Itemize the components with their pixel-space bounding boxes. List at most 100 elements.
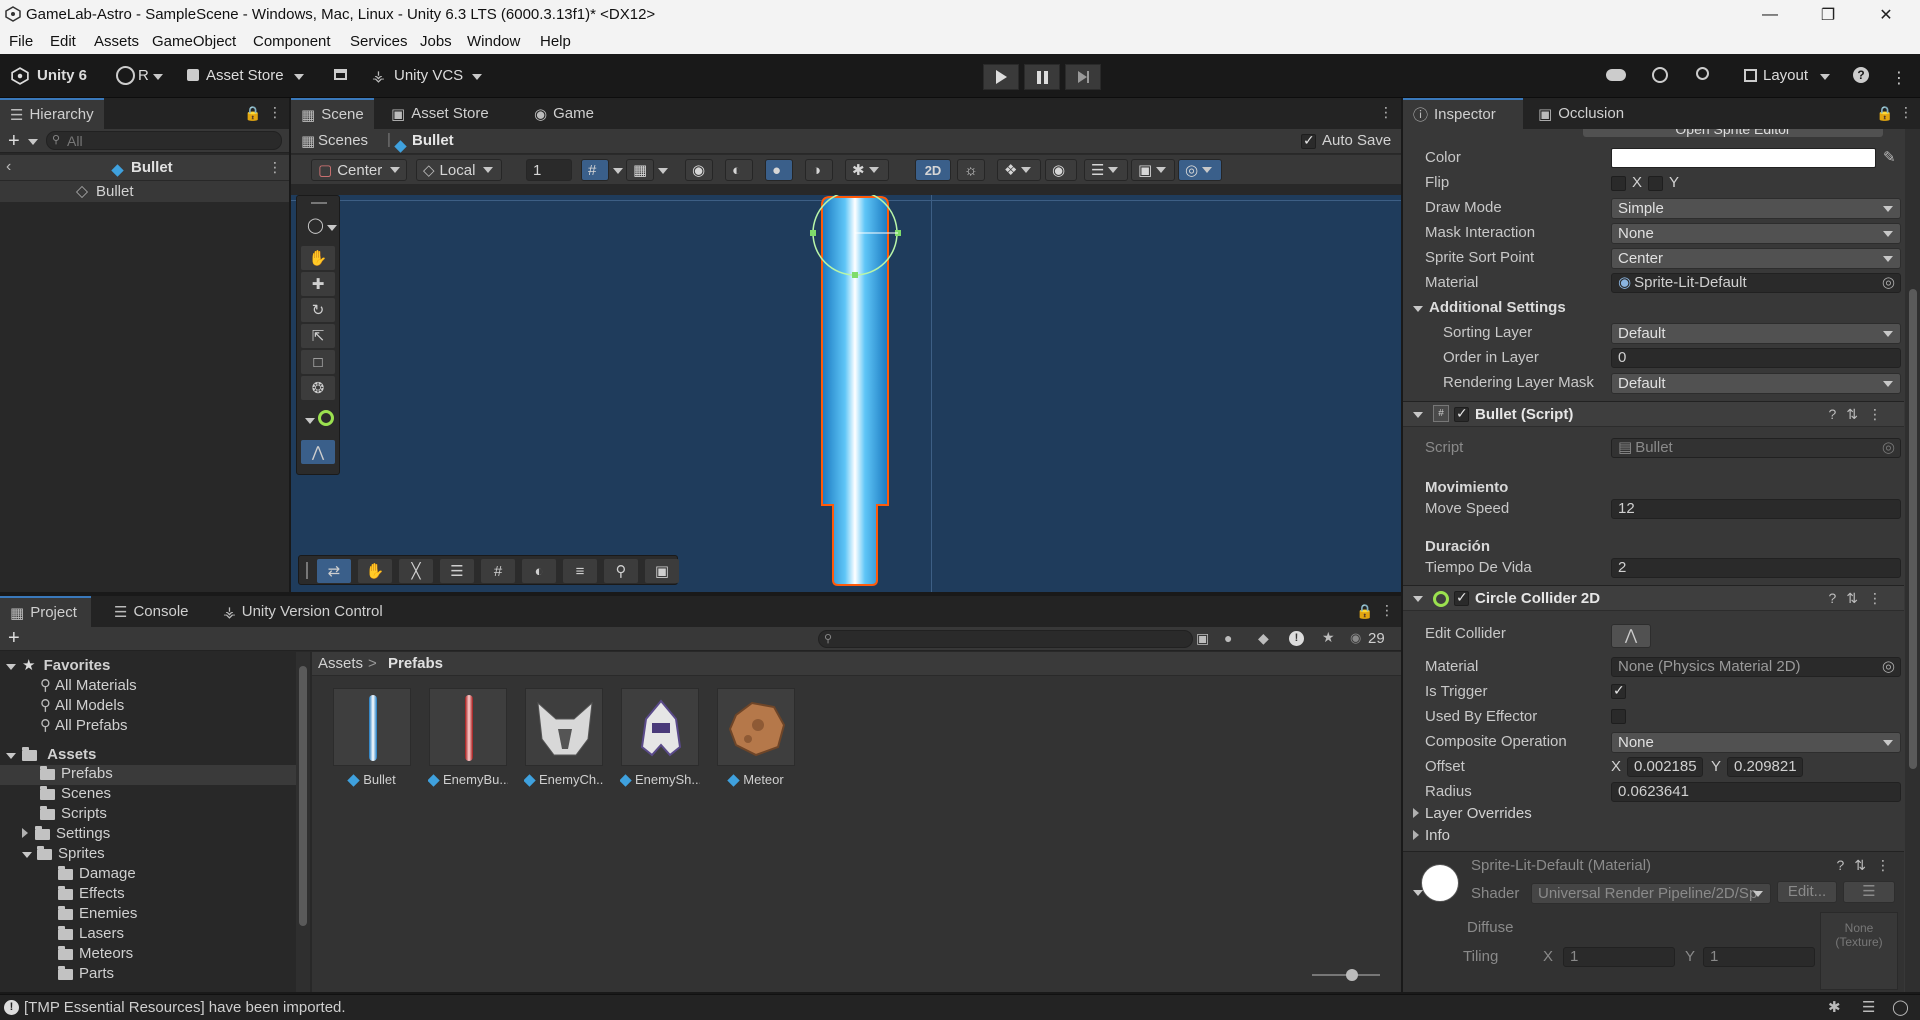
grid-size-input[interactable]: 1 (526, 159, 572, 181)
flip-x-checkbox[interactable] (1611, 176, 1626, 191)
bullet-script-header[interactable]: # Bullet (Script) ?⇅⋮ (1403, 401, 1904, 427)
menu-gameobject[interactable]: GameObject (152, 33, 236, 50)
zoom-icon[interactable]: ⚲ (604, 559, 638, 583)
debug-icon[interactable]: ✱ (845, 159, 889, 181)
sorting-layer-dropdown[interactable]: Default (1611, 323, 1901, 344)
menu-component[interactable]: Component (253, 33, 331, 50)
tab-unity-version-control[interactable]: ⚶ Unity Version Control (213, 596, 393, 627)
breadcrumb-assets[interactable]: Assets (318, 655, 363, 672)
visibility-icon[interactable]: ◉ (1350, 630, 1361, 646)
asset-item[interactable]: Bullet (332, 688, 412, 787)
color-field[interactable] (1611, 148, 1876, 168)
hand-tool-icon[interactable]: ✋ (301, 246, 335, 270)
add-icon[interactable]: + (8, 627, 20, 650)
transform-tool-icon[interactable]: ❂ (301, 376, 335, 400)
component-header-icons[interactable]: ?⇅⋮ (1828, 406, 1892, 423)
menu-file[interactable]: File (9, 33, 33, 50)
lock-icon[interactable]: 🔒 (244, 105, 261, 122)
grid-icon[interactable]: ▦ (626, 159, 654, 181)
more-icon[interactable]: ⋮ (268, 104, 282, 121)
menu-services[interactable]: Services (350, 33, 408, 50)
folder-item[interactable]: Damage (58, 865, 136, 882)
favorite-icon[interactable]: ★ (1322, 629, 1335, 646)
layers-icon[interactable]: ≡ (563, 559, 597, 583)
tab-project[interactable]: ▦ Project (0, 596, 91, 627)
collider-tool-icon[interactable] (318, 410, 334, 426)
component-header-icons[interactable]: ?⇅⋮ (1828, 590, 1892, 607)
grid-icon[interactable]: # (481, 559, 515, 583)
folder-item[interactable]: Scripts (40, 805, 107, 822)
space-dropdown[interactable]: ◇ Local (416, 159, 502, 181)
minimize-icon[interactable]: — (1742, 0, 1798, 29)
rect-tool-icon[interactable]: □ (301, 350, 335, 374)
pivot-dropdown[interactable]: ▢ Center (311, 159, 407, 181)
menu-edit[interactable]: Edit (50, 33, 76, 50)
folder-item[interactable]: Enemies (58, 905, 137, 922)
component-header-icons[interactable]: ?⇅⋮ (1836, 857, 1900, 874)
tab-inspector[interactable]: ⓘ Inspector (1403, 98, 1523, 129)
diffuse-texture-slot[interactable]: None (Texture) (1820, 912, 1898, 990)
folder-item[interactable]: Lasers (58, 925, 124, 942)
folder-tree-scrollbar[interactable] (296, 652, 310, 992)
tab-console[interactable]: ☰ Console (104, 596, 199, 627)
shaded-icon[interactable]: ● (765, 159, 793, 181)
zoom-slider[interactable] (1312, 969, 1380, 981)
shading-icon[interactable]: ◐ (725, 159, 753, 181)
favorites-header[interactable]: ★ Favorites (0, 656, 296, 674)
tiling-x-input[interactable]: 1 (1563, 947, 1675, 967)
status-message[interactable]: [TMP Essential Resources] have been impo… (24, 999, 346, 1016)
inbox-icon[interactable] (334, 69, 347, 80)
layer-overrides-foldout[interactable]: Layer Overrides (1413, 805, 1532, 822)
hand-tool-icon[interactable]: ✋ (358, 559, 392, 583)
breadcrumb-bullet[interactable]: Bullet (412, 132, 454, 149)
menu-jobs[interactable]: Jobs (420, 33, 452, 50)
light-icon[interactable]: ☼ (957, 159, 985, 181)
filter-label-icon[interactable]: ◆ (1258, 630, 1269, 647)
shuffle-icon[interactable]: ⇄ (317, 559, 351, 583)
menu-help[interactable]: Help (540, 33, 571, 50)
object-picker-icon[interactable]: ◎ (1882, 658, 1895, 676)
add-icon[interactable]: + (8, 130, 20, 153)
scene-viewport[interactable]: ◯ ✋ ✚ ↻ ⇱ □ ❂ ⋀ ⇄ ✋ ╳ ☰ # ◐ ≡ ⚲ ▣ (291, 195, 1401, 592)
used-by-effector-checkbox[interactable] (1611, 709, 1626, 724)
mask-interaction-dropdown[interactable]: None (1611, 223, 1901, 244)
folder-item[interactable]: Parts (58, 965, 114, 982)
additional-settings-foldout[interactable]: Additional Settings (1413, 299, 1566, 316)
tiling-y-input[interactable]: 1 (1703, 947, 1815, 967)
collider-material-field[interactable]: None (Physics Material 2D) ◎ (1611, 657, 1901, 677)
help-icon[interactable]: ? (1853, 67, 1869, 83)
open-sprite-editor-button[interactable]: Open Sprite Editor (1583, 129, 1883, 137)
favorite-item[interactable]: ⚲ All Models (40, 696, 124, 714)
radius-input[interactable]: 0.0623641 (1611, 782, 1901, 802)
tab-asset-store[interactable]: ▣ Asset Store (381, 98, 499, 129)
rendering-layer-mask-dropdown[interactable]: Default (1611, 373, 1901, 394)
globe-icon[interactable]: ◉ (685, 159, 713, 181)
camera-icon[interactable]: ▣ (1131, 159, 1175, 181)
menu-assets[interactable]: Assets (94, 33, 139, 50)
close-icon[interactable]: ✕ (1858, 0, 1914, 29)
more-icon[interactable]: ⋮ (268, 159, 282, 176)
asset-item[interactable]: EnemyCh... (524, 688, 604, 787)
account-button[interactable]: R (138, 67, 149, 84)
history-icon[interactable] (1652, 67, 1668, 83)
asset-item[interactable]: Meteor (716, 688, 796, 787)
lock-icon[interactable]: 🔒 (1356, 603, 1373, 620)
scale-tool-icon[interactable]: ⇱ (301, 324, 335, 348)
wireframe-icon[interactable]: ◑ (805, 159, 833, 181)
progress-icon[interactable]: ◯ (1892, 998, 1909, 1016)
warning-icon[interactable]: ! (1289, 631, 1304, 646)
back-icon[interactable]: ‹ (6, 158, 11, 176)
unity-vcs-button[interactable]: Unity VCS (394, 67, 463, 84)
more-icon[interactable]: ⋮ (1380, 602, 1394, 619)
asset-store-button[interactable]: Asset Store (206, 67, 284, 84)
folder-item-prefabs[interactable]: Prefabs (0, 765, 296, 785)
layers-icon[interactable]: ☰ (1084, 159, 1128, 181)
tab-hierarchy[interactable]: ☰ Hierarchy (0, 98, 104, 129)
pause-button[interactable] (1024, 64, 1060, 90)
bullet-sprite[interactable] (800, 195, 910, 592)
material-field[interactable]: ◉ Sprite-Lit-Default ◎ (1611, 273, 1901, 293)
hierarchy-item[interactable]: Bullet (0, 181, 289, 202)
folder-item[interactable]: Sprites (22, 845, 105, 862)
draw-mode-dropdown[interactable]: Simple (1611, 198, 1901, 219)
bone-icon[interactable]: ╳ (399, 559, 433, 583)
